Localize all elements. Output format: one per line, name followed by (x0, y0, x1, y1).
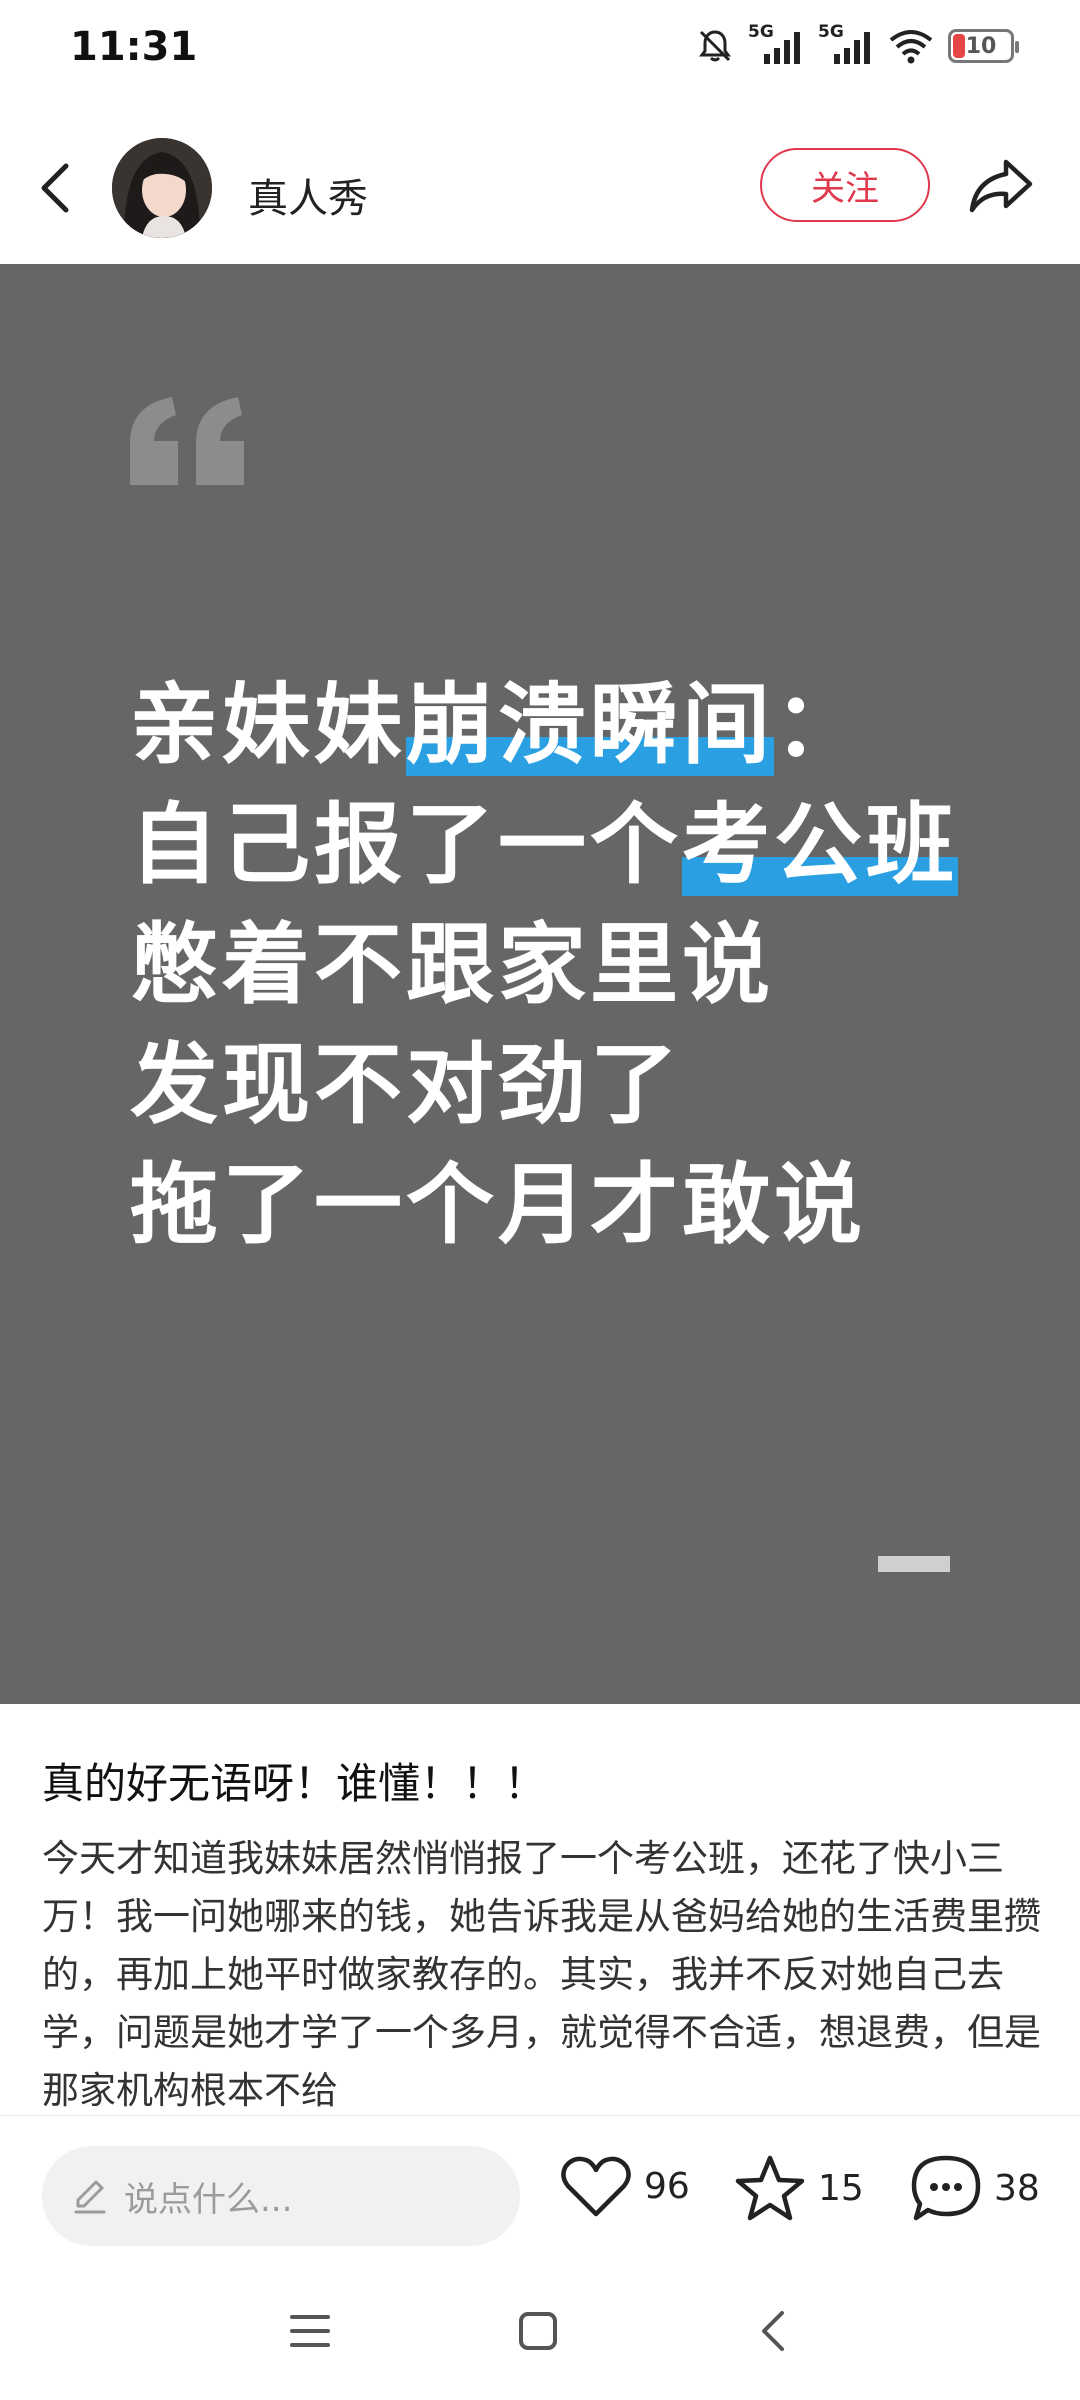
star-icon (735, 2155, 805, 2221)
quote-line: 发现不对劲了 (130, 1025, 958, 1145)
quote-line-text: 憋着不跟家里说 (130, 913, 775, 1016)
action-bar: 说点什么... 96 15 38 (0, 2115, 1080, 2286)
comment-bubble-icon (911, 2155, 981, 2221)
status-icons: 5G 5G 10 (696, 22, 1019, 66)
home-icon[interactable] (516, 2309, 560, 2353)
signal-2-icon: 5G (818, 22, 874, 66)
mute-bell-icon (699, 30, 731, 62)
follow-button[interactable]: 关注 (760, 148, 930, 222)
wifi-icon (889, 30, 933, 64)
system-nav-bar (0, 2285, 1080, 2400)
like-count: 96 (644, 2165, 690, 2207)
back-arrow-icon[interactable] (36, 158, 76, 218)
status-time: 11:31 (70, 24, 198, 70)
battery-level: 10 (965, 33, 997, 59)
menu-icon[interactable] (288, 2309, 332, 2353)
comment-input[interactable]: 说点什么... (42, 2146, 520, 2246)
back-icon[interactable] (752, 2309, 796, 2353)
comment-placeholder: 说点什么... (124, 2179, 293, 2220)
comment-count: 38 (994, 2167, 1040, 2209)
status-bar: 11:31 5G 5G 10 (0, 0, 1080, 100)
post-title: 真的好无语呀！谁懂！！！ (42, 1759, 547, 1808)
quote-line: 憋着不跟家里说 (130, 905, 958, 1025)
quote-line-text: 自己报了一个 (130, 793, 683, 896)
quote-highlight: 考公班 (682, 793, 959, 896)
like-button[interactable]: 96 (560, 2154, 690, 2218)
quote-mark-icon (130, 397, 244, 485)
quote-line: 亲妹妹崩溃瞬间： (130, 665, 958, 785)
heart-icon (561, 2156, 631, 2217)
quote-line: 自己报了一个考公班 (130, 785, 959, 905)
comment-button[interactable]: 38 (910, 2154, 1040, 2222)
quote-line: 拖了一个月才敢说 (130, 1145, 958, 1265)
quote-line-text: 亲妹妹 (130, 673, 407, 776)
post-body[interactable]: 今天才知道我妹妹居然悄悄报了一个考公班，还花了快小三万！我一问她哪来的钱，她告诉… (42, 1830, 1042, 2117)
quote-line-text: ： (774, 673, 867, 776)
favorite-button[interactable]: 15 (734, 2154, 864, 2222)
quote-highlight: 崩溃瞬间 (406, 673, 775, 776)
author-name[interactable]: 真人秀 (248, 166, 368, 224)
avatar[interactable] (112, 138, 212, 238)
favorite-count: 15 (818, 2167, 864, 2209)
battery-icon: 10 (948, 29, 1019, 63)
pencil-icon (74, 2180, 106, 2214)
signal-1-icon: 5G (748, 22, 804, 66)
image-dash-decoration (878, 1556, 950, 1572)
share-icon[interactable] (966, 156, 1034, 216)
image-quote-text: 亲妹妹崩溃瞬间： 自己报了一个考公班 憋着不跟家里说 发现不对劲了 拖了一个月才… (130, 665, 959, 1265)
quote-line-text: 发现不对劲了 (130, 1033, 683, 1136)
post-header: 真人秀 关注 (0, 130, 1080, 260)
quote-line-text: 拖了一个月才敢说 (130, 1153, 867, 1256)
